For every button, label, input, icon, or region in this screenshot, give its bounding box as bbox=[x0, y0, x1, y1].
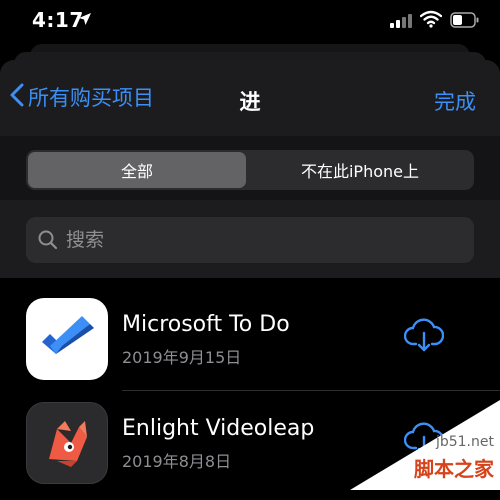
videoleap-icon bbox=[26, 402, 108, 484]
list-item[interactable]: Microsoft To Do 2019年9月15日 bbox=[0, 288, 500, 392]
status-bar: 4:17 bbox=[0, 0, 500, 40]
microsoft-todo-icon bbox=[26, 298, 108, 380]
app-name: Enlight Videoleap bbox=[122, 416, 315, 441]
page-title: 进 bbox=[239, 90, 261, 114]
download-cloud-icon[interactable] bbox=[403, 422, 445, 462]
purchased-app-list: Microsoft To Do 2019年9月15日 Enlight Video… bbox=[0, 278, 500, 500]
purchase-date: 2019年9月15日 bbox=[122, 348, 242, 367]
purchase-date: 2019年8月8日 bbox=[122, 452, 232, 471]
list-item[interactable]: Enlight Videoleap 2019年8月8日 bbox=[0, 392, 500, 496]
segment-band: 全部 不在此iPhone上 bbox=[0, 136, 500, 200]
download-cloud-icon[interactable] bbox=[403, 318, 445, 358]
segment-not-on-iphone[interactable]: 不在此iPhone上 bbox=[248, 152, 472, 188]
status-time: 4:17 bbox=[32, 8, 84, 32]
search-band bbox=[0, 200, 500, 278]
navigation-bar: 所有购买项目 进 完成 bbox=[0, 60, 500, 136]
purchases-sheet: 所有购买项目 进 完成 全部 不在此iPhone上 搜索 Microsoft T… bbox=[0, 60, 500, 500]
search-icon bbox=[38, 230, 58, 250]
done-button[interactable]: 完成 bbox=[434, 86, 476, 116]
search-input[interactable] bbox=[64, 228, 448, 252]
segmented-control: 全部 不在此iPhone上 bbox=[26, 150, 474, 190]
wifi-icon bbox=[419, 10, 443, 32]
app-name: Microsoft To Do bbox=[122, 312, 290, 337]
search-field[interactable] bbox=[26, 217, 474, 263]
cellular-signal-icon bbox=[390, 13, 412, 32]
row-divider bbox=[122, 390, 500, 391]
battery-icon bbox=[450, 12, 480, 32]
location-arrow-icon bbox=[78, 11, 92, 30]
segment-all[interactable]: 全部 bbox=[28, 152, 246, 188]
